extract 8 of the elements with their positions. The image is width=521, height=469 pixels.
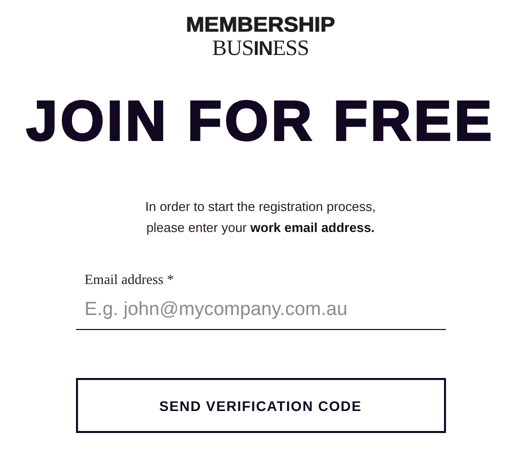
send-code-button[interactable]: SEND VERIFICATION CODE <box>76 378 446 433</box>
logo-text: BUSINESS <box>212 37 309 59</box>
field-label: Email address * <box>84 273 175 289</box>
logo-text: MEMBERSHIP <box>186 14 336 36</box>
intro-text: please enter your work email address. <box>146 220 375 235</box>
intro-text: In order to start the registration process, <box>145 199 376 214</box>
page-heading: JOIN FOR FREE <box>26 93 495 149</box>
email-field[interactable]: E.g. john@mycompany.com.au <box>76 295 446 330</box>
